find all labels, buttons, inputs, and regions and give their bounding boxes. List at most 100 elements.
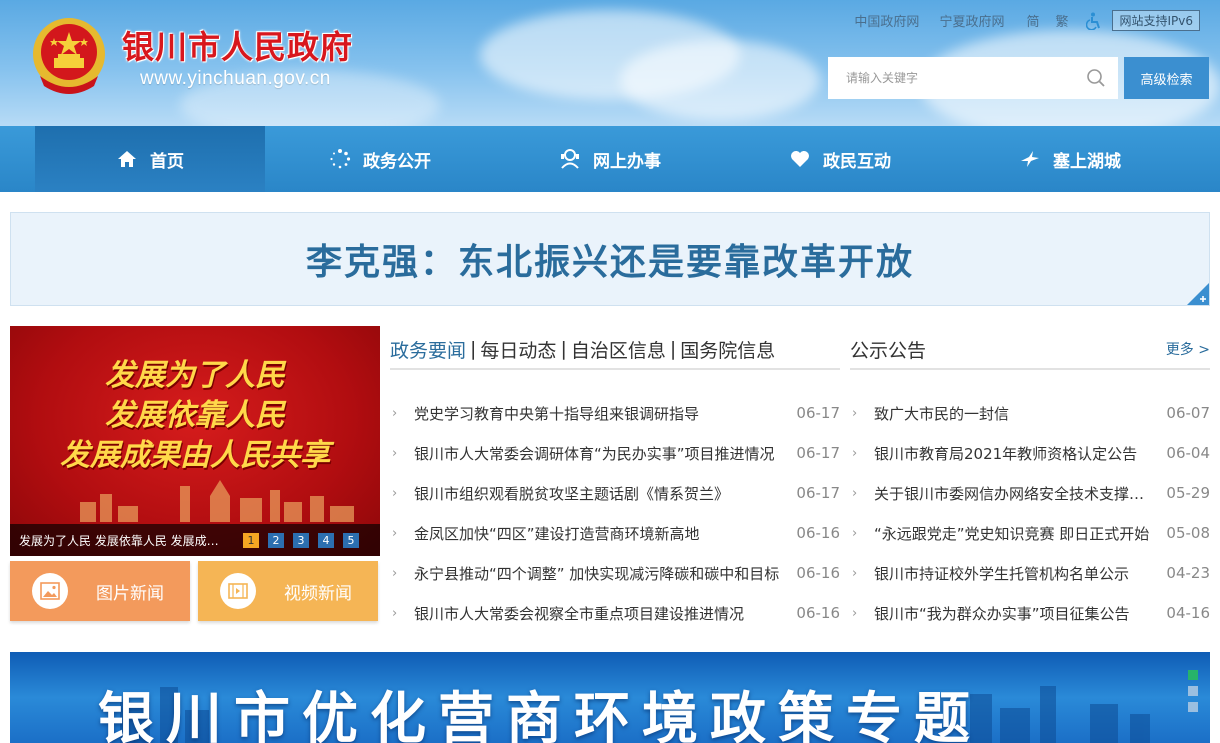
- notice-item[interactable]: › 致广大市民的一封信 06-07: [850, 393, 1210, 433]
- news-item[interactable]: › 银川市人大常委会视察全市重点项目建设推进情况 06-16: [390, 593, 840, 633]
- person-service-icon: [561, 149, 579, 169]
- tab-separator: |: [560, 338, 567, 360]
- slide-page-2[interactable]: 2: [268, 532, 284, 548]
- search-input[interactable]: [828, 71, 1086, 85]
- picture-news-button[interactable]: 图片新闻: [10, 561, 190, 621]
- news-title[interactable]: 银川市人大常委会调研体育“为民办实事”项目推进情况: [414, 443, 782, 464]
- news-title[interactable]: 银川市人大常委会视察全市重点项目建设推进情况: [414, 603, 782, 624]
- national-emblem-icon[interactable]: [30, 16, 108, 98]
- nav-lake-city[interactable]: 塞上湖城: [955, 126, 1185, 192]
- news-title[interactable]: 银川市组织观看脱贫攻坚主题话剧《情系贺兰》: [414, 483, 782, 504]
- search-icon[interactable]: [1086, 68, 1106, 88]
- banner-page-2[interactable]: [1188, 686, 1198, 696]
- chevron-right-icon: ›: [392, 565, 398, 581]
- chevron-right-icon: ›: [852, 485, 858, 501]
- slide-page-5[interactable]: 5: [343, 532, 359, 548]
- chevron-right-icon: ›: [392, 605, 398, 621]
- link-ningxia-gov[interactable]: 宁夏政府网: [939, 11, 1004, 30]
- film-icon: [220, 573, 256, 609]
- notice-date: 05-08: [1166, 524, 1210, 542]
- more-link[interactable]: 更多 >: [1166, 339, 1210, 359]
- tab-gov-news[interactable]: 政务要闻: [390, 336, 466, 363]
- notice-item-title[interactable]: “永远跟党走”党史知识竞赛 即日正式开始: [874, 523, 1152, 544]
- slide-page-1[interactable]: 1: [243, 532, 259, 548]
- slogan-line: 发展依靠人民: [105, 398, 285, 433]
- notice-item[interactable]: › 关于银川市委网信办网络安全技术支撑服务项目公告 05-29: [850, 473, 1210, 513]
- news-item[interactable]: › 银川市组织观看脱贫攻坚主题话剧《情系贺兰》 06-17: [390, 473, 840, 513]
- nav-online-service[interactable]: 网上办事: [495, 126, 725, 192]
- notice-date: 04-16: [1166, 604, 1210, 622]
- banner-title: 银川市优化营商环境政策专题: [98, 687, 982, 743]
- news-date: 06-16: [796, 604, 840, 622]
- news-item[interactable]: › 银川市人大常委会调研体育“为民办实事”项目推进情况 06-17: [390, 433, 840, 473]
- chevron-right-icon: ›: [852, 445, 858, 461]
- news-item[interactable]: › 党史学习教育中央第十指导组来银调研指导 06-17: [390, 393, 840, 433]
- slideshow-caption-bar: 发展为了人民 发展依靠人民 发展成果由人民共享 1 2 3 4 5: [10, 524, 380, 556]
- slideshow-caption[interactable]: 发展为了人民 发展依靠人民 发展成果由人民共享: [19, 532, 229, 549]
- ipv6-badge: 网站支持IPv6: [1112, 10, 1200, 31]
- slogan-line: 发展为了人民: [105, 358, 285, 393]
- lang-traditional[interactable]: 繁: [1055, 11, 1068, 30]
- photo-slideshow[interactable]: 发展为了人民 发展依靠人民 发展成果由人民共享 发展为了人民 发展依靠人民 发展…: [10, 326, 380, 556]
- accessibility-icon[interactable]: [1086, 12, 1102, 30]
- notice-title[interactable]: 公示公告: [850, 336, 926, 363]
- business-environment-banner[interactable]: 银川市优化营商环境政策专题: [10, 652, 1210, 743]
- headline-banner[interactable]: 李克强：东北振兴还是要靠改革开放: [10, 212, 1210, 306]
- notice-item[interactable]: › “永远跟党走”党史知识竞赛 即日正式开始 05-08: [850, 513, 1210, 553]
- news-item[interactable]: › 永宁县推动“四个调整” 加快实现减污降碳和碳中和目标 06-16: [390, 553, 840, 593]
- news-title[interactable]: 永宁县推动“四个调整” 加快实现减污降碳和碳中和目标: [414, 563, 782, 584]
- notice-item-title[interactable]: 致广大市民的一封信: [874, 403, 1152, 424]
- site-title[interactable]: 银川市人民政府: [122, 22, 353, 68]
- news-date: 06-17: [796, 444, 840, 462]
- advanced-search-button[interactable]: 高级检索: [1124, 57, 1209, 99]
- slide-page-4[interactable]: 4: [318, 532, 334, 548]
- notice-item[interactable]: › 银川市“我为群众办实事”项目征集公告 04-16: [850, 593, 1210, 633]
- home-icon: [118, 151, 136, 167]
- plus-corner-icon[interactable]: [1187, 283, 1209, 305]
- slide-page-3[interactable]: 3: [293, 532, 309, 548]
- link-gov-cn[interactable]: 中国政府网: [854, 11, 919, 30]
- lang-simplified[interactable]: 简: [1026, 11, 1039, 30]
- notice-item[interactable]: › 银川市持证校外学生托管机构名单公示 04-23: [850, 553, 1210, 593]
- nav-home[interactable]: 首页: [35, 126, 265, 192]
- news-date: 06-17: [796, 404, 840, 422]
- nav-interaction[interactable]: 政民互动: [725, 126, 955, 192]
- notice-item-title[interactable]: 银川市教育局2021年教师资格认定公告: [874, 443, 1152, 464]
- notice-item[interactable]: › 银川市教育局2021年教师资格认定公告 06-04: [850, 433, 1210, 473]
- video-news-label: 视频新闻: [284, 583, 352, 604]
- banner-page-1[interactable]: [1188, 670, 1198, 680]
- notice-item-title[interactable]: 银川市持证校外学生托管机构名单公示: [874, 563, 1152, 584]
- nav-label: 网上办事: [593, 151, 661, 172]
- nav-gov-affairs[interactable]: 政务公开: [265, 126, 495, 192]
- video-news-button[interactable]: 视频新闻: [198, 561, 378, 621]
- tab-separator: |: [470, 338, 477, 360]
- chevron-right-icon: ›: [852, 565, 858, 581]
- nav-label: 塞上湖城: [1053, 151, 1121, 172]
- news-date: 06-17: [796, 484, 840, 502]
- chevron-right-icon: ›: [392, 445, 398, 461]
- headline-text[interactable]: 李克强：东北振兴还是要靠改革开放: [306, 233, 914, 285]
- news-item[interactable]: › 金凤区加快“四区”建设打造营商环境新高地 06-16: [390, 513, 840, 553]
- tab-region-info[interactable]: 自治区信息: [571, 336, 666, 363]
- heart-hands-icon: [791, 151, 809, 167]
- search-box: [828, 57, 1118, 99]
- banner-page-3[interactable]: [1188, 702, 1198, 712]
- notice-date: 06-07: [1166, 404, 1210, 422]
- tab-daily-news[interactable]: 每日动态: [480, 336, 556, 363]
- news-tabs: 政务要闻 | 每日动态 | 自治区信息 | 国务院信息: [390, 330, 840, 370]
- news-title[interactable]: 金凤区加快“四区”建设打造营商环境新高地: [414, 523, 782, 544]
- slideshow-pager: 1 2 3 4 5: [243, 532, 359, 548]
- chevron-right-icon: ›: [392, 485, 398, 501]
- news-date: 06-16: [796, 564, 840, 582]
- slogan-line: 发展成果由人民共享: [60, 438, 330, 473]
- news-title[interactable]: 党史学习教育中央第十指导组来银调研指导: [414, 403, 782, 424]
- notice-date: 05-29: [1166, 484, 1210, 502]
- tab-state-council[interactable]: 国务院信息: [680, 336, 775, 363]
- news-list: › 党史学习教育中央第十指导组来银调研指导 06-17 › 银川市人大常委会调研体育“…: [390, 393, 840, 633]
- notice-item-title[interactable]: 关于银川市委网信办网络安全技术支撑服务项目公告: [874, 483, 1152, 504]
- notice-item-title[interactable]: 银川市“我为群众办实事”项目征集公告: [874, 603, 1152, 624]
- banner-pager: [1188, 670, 1198, 712]
- notice-date: 04-23: [1166, 564, 1210, 582]
- picture-news-label: 图片新闻: [96, 583, 164, 604]
- main-nav: 首页 政务公开 网上办事 政民互动 塞上湖城: [0, 126, 1220, 192]
